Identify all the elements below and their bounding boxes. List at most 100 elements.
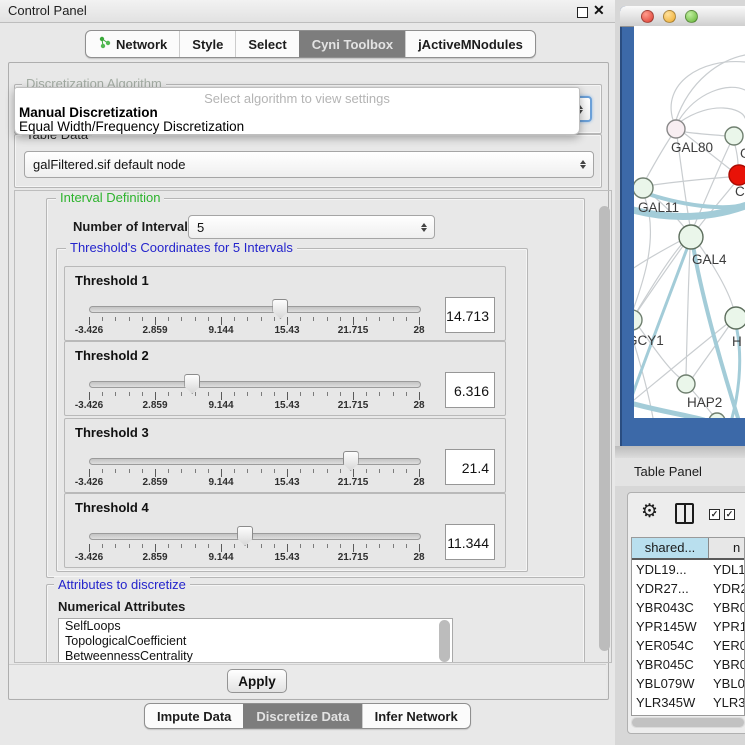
- tab-cyni-toolbox[interactable]: Cyni Toolbox: [299, 31, 405, 57]
- table-row[interactable]: YDR27...YDR2: [632, 579, 744, 598]
- threshold-3-slider-track[interactable]: [89, 458, 421, 465]
- network-edge[interactable]: [671, 62, 745, 120]
- tick: [247, 544, 248, 548]
- control-panel-titlebar[interactable]: [0, 0, 615, 23]
- tab-select[interactable]: Select: [235, 31, 298, 57]
- gear-icon[interactable]: ⚙: [641, 500, 658, 523]
- tick: [115, 392, 116, 396]
- tick: [234, 317, 235, 321]
- interval-definition-title: Interval Definition: [56, 190, 164, 205]
- threshold-2-slider-track[interactable]: [89, 381, 421, 388]
- cell-name: YIL0: [708, 712, 744, 716]
- table-row[interactable]: YPR145WYPR1: [632, 617, 744, 636]
- network-node-gal11[interactable]: [634, 178, 653, 198]
- tick: [195, 469, 196, 473]
- panel-vertical-scrollbar[interactable]: [599, 206, 610, 651]
- minimize-traffic-light-icon[interactable]: [663, 10, 676, 23]
- column-header-name[interactable]: n: [709, 538, 744, 558]
- tab-label: Cyni Toolbox: [312, 37, 393, 52]
- table-row[interactable]: YIL052CYIL0: [632, 712, 744, 716]
- checkbox-icon[interactable]: ✓: [724, 509, 735, 520]
- table-hscrollbar-track[interactable]: [631, 717, 745, 728]
- table-row[interactable]: YBR045CYBR0: [632, 655, 744, 674]
- network-node-hap2[interactable]: [677, 375, 695, 393]
- tick: [181, 469, 182, 473]
- network-edge[interactable]: [693, 245, 738, 418]
- network-node-label: GAL80: [671, 140, 713, 155]
- network-edge[interactable]: [679, 87, 745, 120]
- table-row[interactable]: YER054CYER0: [632, 636, 744, 655]
- network-edge[interactable]: [680, 108, 745, 122]
- threshold-2-value-field[interactable]: 6.316: [445, 372, 495, 408]
- network-node-c[interactable]: [729, 165, 745, 185]
- table-hscrollbar-thumb[interactable]: [632, 718, 744, 727]
- column-header-shared-name[interactable]: shared...: [632, 538, 709, 558]
- tick: [353, 317, 354, 325]
- threshold-1-slider-track[interactable]: [89, 306, 421, 313]
- threshold-4-slider-thumb[interactable]: [237, 526, 253, 546]
- table-row[interactable]: YBR043CYBR0: [632, 598, 744, 617]
- table-data-select[interactable]: galFiltered.sif default node: [24, 151, 594, 178]
- tick: [234, 392, 235, 396]
- tick-label: 9.144: [208, 325, 233, 336]
- table-row[interactable]: YLR345WYLR3: [632, 693, 744, 712]
- float-window-icon[interactable]: [577, 7, 588, 18]
- tick: [274, 317, 275, 321]
- network-node-label: H: [732, 334, 742, 349]
- table-row[interactable]: YDL19...YDL1: [632, 560, 744, 579]
- attribute-item-betweennesscentrality[interactable]: BetweennessCentrality: [59, 649, 452, 663]
- split-columns-icon[interactable]: [675, 503, 694, 524]
- attribute-item-selfloops[interactable]: SelfLoops: [59, 619, 452, 634]
- tick: [366, 317, 367, 321]
- tick: [327, 317, 328, 321]
- tick-label: 28: [413, 325, 424, 336]
- attributes-list-scrollbar[interactable]: [439, 620, 450, 662]
- tab-network[interactable]: Network: [86, 31, 179, 57]
- tick-label: 15.43: [274, 477, 299, 488]
- close-icon[interactable]: ✕: [593, 2, 605, 19]
- network-edge[interactable]: [685, 132, 726, 136]
- tab-style[interactable]: Style: [179, 31, 235, 57]
- algorithm-option-equal-width-frequency-discretization[interactable]: Equal Width/Frequency Discretization: [19, 119, 244, 134]
- attribute-item-topologicalcoefficient[interactable]: TopologicalCoefficient: [59, 634, 452, 649]
- checkbox-icon[interactable]: ✓: [709, 509, 720, 520]
- threshold-4-value-field[interactable]: 11.344: [445, 524, 495, 560]
- number-of-intervals-select[interactable]: 5: [188, 215, 435, 239]
- network-node-gcy1[interactable]: [634, 310, 642, 330]
- threshold-2-slider-thumb[interactable]: [184, 374, 200, 394]
- combo-stepper-icon: [576, 160, 590, 169]
- tick: [340, 469, 341, 473]
- zoom-traffic-light-icon[interactable]: [685, 10, 698, 23]
- cell-shared-name: YDR27...: [632, 579, 708, 598]
- tick: [379, 469, 380, 473]
- network-canvas[interactable]: GAL80GACGAL11GAL4GCY1HHAP2: [634, 26, 745, 418]
- threshold-3-value-field[interactable]: 21.4: [445, 449, 495, 485]
- tick: [208, 544, 209, 548]
- close-traffic-light-icon[interactable]: [641, 10, 654, 23]
- bottom-tab-infer-network[interactable]: Infer Network: [362, 704, 470, 728]
- network-node-ga[interactable]: [725, 127, 743, 145]
- threshold-3-slider-thumb[interactable]: [343, 451, 359, 471]
- threshold-1-value-field[interactable]: 14.713: [445, 297, 495, 333]
- table-data-select-value: galFiltered.sif default node: [25, 157, 576, 172]
- tab-jactivemnodules[interactable]: jActiveMNodules: [405, 31, 535, 57]
- bottom-tab-discretize-data[interactable]: Discretize Data: [243, 704, 361, 728]
- tick: [168, 317, 169, 321]
- threshold-1-slider-thumb[interactable]: [272, 299, 288, 319]
- network-node-gal4[interactable]: [679, 225, 703, 249]
- network-edge[interactable]: [735, 145, 738, 165]
- apply-button[interactable]: Apply: [227, 669, 287, 693]
- tick: [89, 469, 90, 477]
- tab-label: jActiveMNodules: [418, 37, 523, 52]
- bottom-tab-impute-data[interactable]: Impute Data: [145, 704, 243, 728]
- network-node-gal80[interactable]: [667, 120, 685, 138]
- network-edge[interactable]: [653, 177, 729, 185]
- tick: [393, 392, 394, 396]
- network-window-titlebar[interactable]: [620, 6, 745, 27]
- threshold-label: Threshold 1: [75, 273, 149, 288]
- table-row[interactable]: YBL079WYBL0: [632, 674, 744, 693]
- tick: [247, 392, 248, 396]
- threshold-4-slider-track[interactable]: [89, 533, 421, 540]
- numerical-attributes-list[interactable]: SelfLoopsTopologicalCoefficientBetweenne…: [58, 618, 453, 663]
- network-node-h[interactable]: [725, 307, 745, 329]
